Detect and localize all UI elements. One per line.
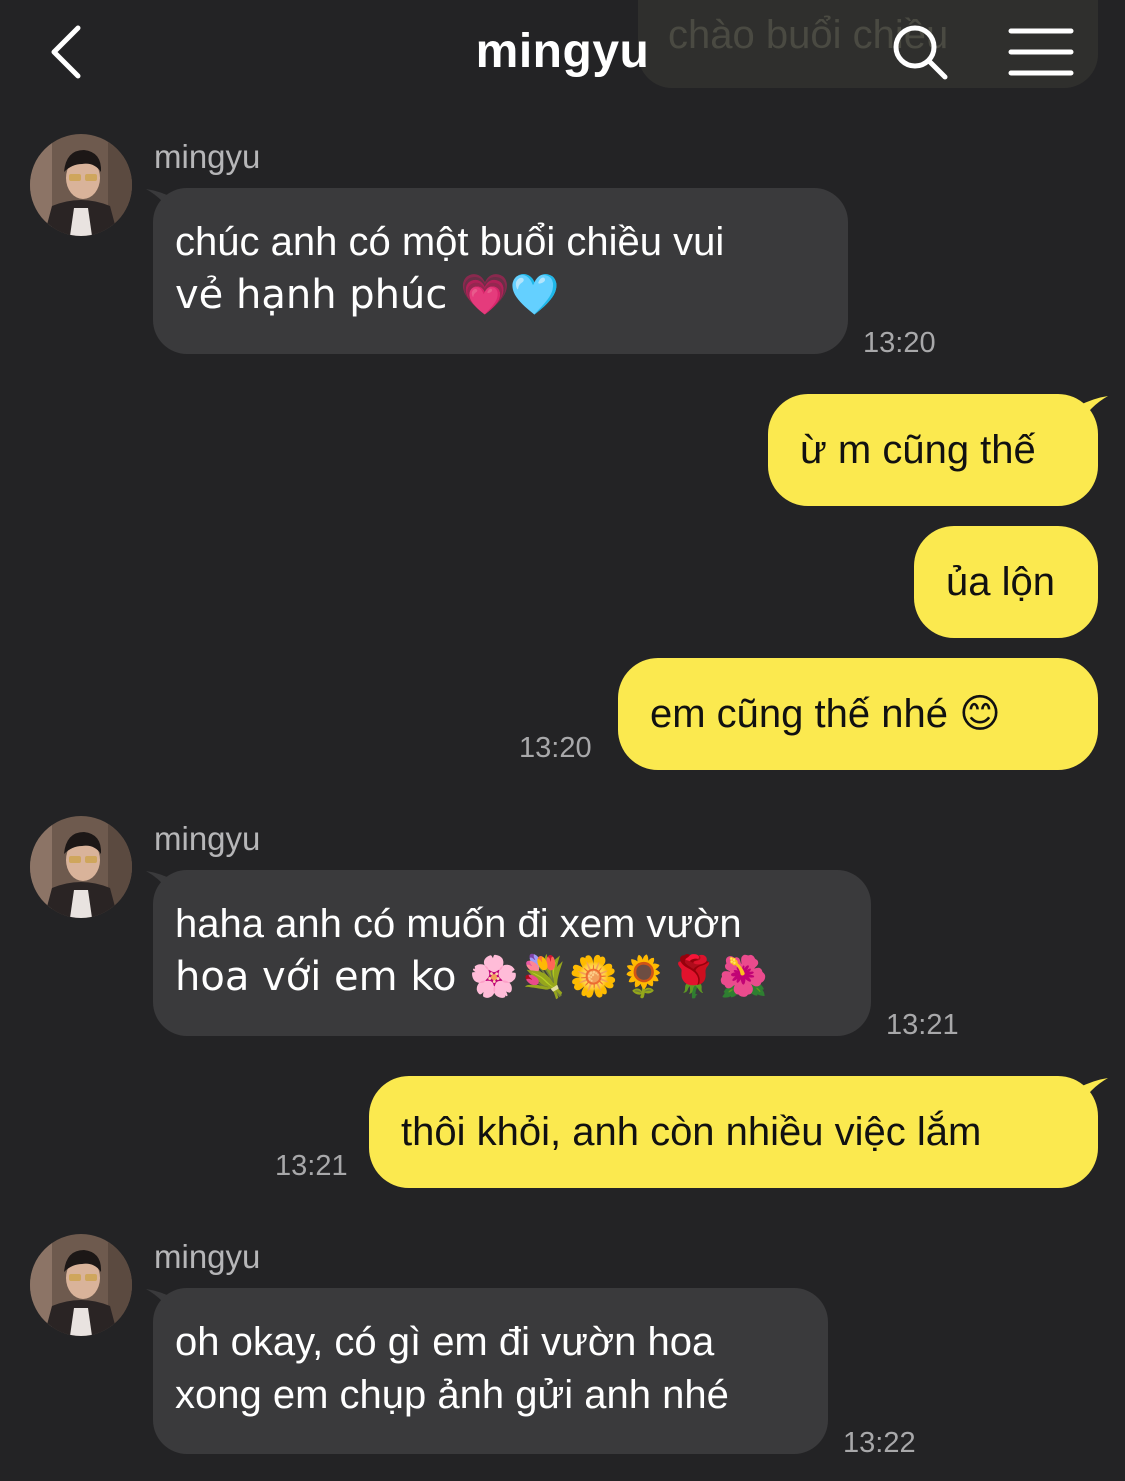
message-text-line: vẻ hạnh phúc 💗🩵: [175, 272, 560, 318]
message-text: em cũng thế nhé 😊: [650, 692, 1001, 736]
back-button[interactable]: [40, 22, 100, 82]
chat-header: chào buổi chiều mingyu: [0, 0, 1125, 110]
outgoing-message-bubble[interactable]: ừ m cũng thế: [768, 394, 1098, 506]
message-timestamp: 13:22: [843, 1427, 916, 1459]
sender-name: mingyu: [154, 1238, 261, 1275]
incoming-message-bubble[interactable]: oh okay, có gì em đi vườn hoa xong em ch…: [153, 1288, 828, 1454]
sender-name: mingyu: [154, 820, 261, 857]
avatar[interactable]: [30, 1234, 132, 1336]
hamburger-menu-icon: [1008, 28, 1074, 76]
outgoing-message-bubble[interactable]: ủa lộn: [914, 526, 1098, 638]
outgoing-message-bubble[interactable]: thôi khỏi, anh còn nhiều việc lắm: [369, 1076, 1098, 1188]
message-text-line: xong em chụp ảnh gửi anh nhé: [175, 1373, 729, 1417]
message-timestamp: 13:21: [886, 1009, 959, 1041]
outgoing-message-bubble[interactable]: em cũng thế nhé 😊: [618, 658, 1098, 770]
profile-photo: [30, 1234, 132, 1336]
message-text: ừ m cũng thế: [800, 428, 1036, 472]
message-timestamp: 13:21: [275, 1150, 348, 1182]
message-timestamp: 13:20: [519, 732, 592, 764]
search-button[interactable]: [890, 22, 950, 82]
message-text: ủa lộn: [946, 560, 1055, 604]
sender-name: mingyu: [154, 138, 261, 175]
chevron-left-icon: [51, 25, 81, 79]
message-text-line: haha anh có muốn đi xem vườn: [175, 902, 742, 946]
menu-button[interactable]: [1008, 26, 1074, 78]
message-text-line: hoa với em ko 🌸💐🌼🌻🌹🌺: [175, 954, 769, 1000]
bubble-tail: [1078, 1078, 1108, 1108]
search-icon: [893, 25, 948, 80]
incoming-message-bubble[interactable]: haha anh có muốn đi xem vườn hoa với em …: [153, 870, 871, 1036]
message-text-line: chúc anh có một buổi chiều vui: [175, 220, 725, 264]
message-timestamp: 13:20: [863, 327, 936, 359]
message-text: thôi khỏi, anh còn nhiều việc lắm: [401, 1110, 982, 1154]
avatar[interactable]: [30, 816, 132, 918]
bubble-tail: [1078, 396, 1108, 426]
avatar[interactable]: [30, 134, 132, 236]
profile-photo: [30, 816, 132, 918]
message-text-line: oh okay, có gì em đi vườn hoa: [175, 1320, 715, 1364]
incoming-message-bubble[interactable]: chúc anh có một buổi chiều vui vẻ hạnh p…: [153, 188, 848, 354]
profile-photo: [30, 134, 132, 236]
